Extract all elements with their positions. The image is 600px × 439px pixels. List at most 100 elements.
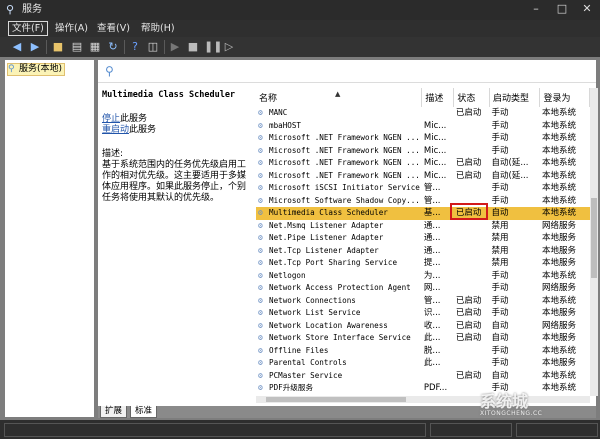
- service-name-cell: ⚙ Net.Pipe Listener Adapter: [256, 232, 422, 245]
- service-name-cell: ⚙ Network Location Awareness: [256, 320, 422, 333]
- menu-bar: 文件(F) 操作(A) 查看(V) 帮助(H): [0, 20, 600, 37]
- up-folder-icon[interactable]: ■: [51, 40, 65, 54]
- table-row[interactable]: ⚙ Microsoft .NET Framework NGEN ... Mic...…: [256, 145, 590, 158]
- service-name: Netlogon: [269, 270, 306, 280]
- refresh-icon[interactable]: ↻: [106, 40, 120, 54]
- restart-suffix: 此服务: [129, 125, 157, 135]
- service-startup-cell: 自动: [489, 207, 540, 220]
- scrollbar-thumb[interactable]: [591, 198, 597, 278]
- service-name: PCMaster Service: [269, 370, 343, 380]
- start-service-icon[interactable]: ▶: [168, 40, 182, 54]
- tree-item-services-local[interactable]: ⚲ 服务(本地): [7, 63, 66, 76]
- service-logon-cell: 本地系统: [541, 133, 576, 143]
- table-row[interactable]: ⚙ Microsoft iSCSI Initiator Service 管... 手动…: [256, 182, 590, 195]
- service-name-cell: ⚙ Netlogon: [256, 270, 422, 283]
- menu-view[interactable]: 查看(V): [94, 22, 133, 35]
- service-startup-cell: 手动: [491, 283, 509, 293]
- restart-service-link[interactable]: 重启动: [102, 125, 129, 135]
- table-row[interactable]: ⚙ Net.Pipe Listener Adapter 通... 禁用 本地服务: [256, 232, 590, 245]
- service-startup-cell: 手动: [491, 295, 509, 306]
- service-status-cell: [454, 220, 490, 233]
- back-arrow-icon[interactable]: ◀: [10, 40, 24, 54]
- export-list-icon[interactable]: ◫: [146, 40, 160, 54]
- table-row[interactable]: ⚙ Network Access Protection Agent 网... 手动 网络…: [256, 282, 590, 295]
- menu-help[interactable]: 帮助(H): [138, 22, 178, 35]
- service-gear-icon: ⚙: [258, 333, 263, 342]
- maximize-button[interactable]: □: [550, 1, 574, 17]
- service-startup-cell: 自动: [491, 333, 509, 343]
- service-logon-cell: 本地系统: [541, 295, 576, 306]
- service-name-cell: ⚙ Network Store Interface Service: [256, 332, 422, 345]
- table-row[interactable]: ⚙ MANC 已启动 手动 本地系统: [256, 107, 590, 120]
- service-logon-cell: 网络服务: [541, 220, 576, 231]
- vertical-scrollbar[interactable]: [590, 88, 598, 396]
- service-status-cell: [454, 120, 490, 133]
- column-header-description[interactable]: 描述: [421, 88, 455, 107]
- stop-service-link[interactable]: 停止: [102, 114, 120, 124]
- service-status-cell: [454, 257, 490, 270]
- service-startup-cell: 手动: [491, 308, 509, 318]
- service-name-cell: ⚙ Multimedia Class Scheduler: [256, 207, 422, 220]
- table-row[interactable]: ⚙ Net.Msmq Listener Adapter 通... 禁用 网络服务: [256, 220, 590, 233]
- service-logon-cell: 本地服务: [541, 233, 576, 243]
- menu-action[interactable]: 操作(A): [52, 22, 91, 35]
- status-bar: [0, 420, 600, 439]
- forward-arrow-icon[interactable]: ▶: [28, 40, 42, 54]
- service-status-cell: [454, 245, 490, 258]
- service-name: Net.Tcp Port Sharing Service: [269, 258, 398, 267]
- show-tree-icon[interactable]: ▤: [70, 40, 84, 54]
- minimize-button[interactable]: –: [524, 1, 548, 17]
- table-row[interactable]: ⚙ Microsoft Software Shadow Copy... 管... 手动…: [256, 195, 590, 208]
- table-row[interactable]: ⚙ Network Connections 管... 已启动 手动 本地系统: [256, 295, 590, 308]
- menu-file[interactable]: 文件(F): [8, 21, 48, 36]
- scrollbar-thumb[interactable]: [266, 397, 406, 402]
- properties-icon[interactable]: ▦: [88, 40, 102, 54]
- service-status-cell: 已启动: [455, 295, 482, 306]
- service-description-cell: 管...: [423, 295, 441, 306]
- service-logon-cell: 本地服务: [541, 358, 576, 368]
- service-description-cell: 为...: [423, 270, 441, 281]
- table-row[interactable]: ⚙ Network Store Interface Service 此... 已启动自…: [256, 332, 590, 345]
- service-gear-icon: ⚙: [258, 308, 263, 317]
- title-bar: ⚲ 服务 – □ ✕: [0, 0, 600, 20]
- stop-service-icon[interactable]: ■: [186, 40, 200, 54]
- service-name-cell: ⚙ Network Access Protection Agent: [256, 282, 422, 295]
- tab-standard[interactable]: 标准: [130, 406, 158, 418]
- sort-arrow-icon: ▲: [335, 90, 341, 98]
- watermark-subtext: XITONGCHENG.CC: [480, 410, 543, 417]
- restart-service-icon[interactable]: ▷: [222, 40, 236, 54]
- status-segment: [516, 423, 598, 437]
- service-gear-icon: ⚙: [258, 120, 263, 130]
- table-row[interactable]: ⚙ PCMaster Service 已启动 自动 本地系统: [256, 370, 590, 383]
- service-name: Network List Service: [269, 308, 361, 317]
- table-row[interactable]: ⚙ Microsoft .NET Framework NGEN ... Mic...…: [256, 157, 590, 170]
- service-startup-cell: 自动: [491, 370, 509, 381]
- table-row[interactable]: ⚙ Net.Tcp Listener Adapter 通... 禁用 本地服务: [256, 245, 590, 258]
- service-name-cell: ⚙ Net.Tcp Port Sharing Service: [256, 257, 422, 270]
- service-name-cell: ⚙ Microsoft iSCSI Initiator Service: [256, 182, 422, 195]
- table-row[interactable]: ⚙ Netlogon 为... 手动 本地系统: [256, 270, 590, 283]
- pause-service-icon[interactable]: ❚❚: [204, 40, 222, 54]
- table-row[interactable]: ⚙ Microsoft .NET Framework NGEN ... Mic...…: [256, 170, 590, 183]
- close-button[interactable]: ✕: [575, 1, 599, 17]
- table-row[interactable]: ⚙ Network List Service 识... 已启动 手动 本地服务: [256, 307, 590, 320]
- service-gear-icon: ⚙: [258, 170, 263, 180]
- table-row[interactable]: ⚙ Offline Files 脱... 手动 本地系统: [256, 345, 590, 358]
- table-row[interactable]: ⚙ Net.Tcp Port Sharing Service 提... 禁用 本地服务: [256, 257, 590, 270]
- table-row[interactable]: ⚙ Network Location Awareness 收... 已启动 自动 网络服务: [256, 320, 590, 333]
- service-description-cell: 管...: [423, 183, 441, 193]
- table-row[interactable]: ⚙ Microsoft .NET Framework NGEN ... Mic...…: [256, 132, 590, 145]
- help-icon[interactable]: ?: [128, 40, 142, 54]
- column-header-startup-type[interactable]: 启动类型: [489, 88, 541, 107]
- service-gear-icon: ⚙: [258, 358, 263, 367]
- column-header-status[interactable]: 状态: [453, 88, 491, 107]
- column-header-log-on-as[interactable]: 登录为: [539, 88, 590, 107]
- service-name: Offline Files: [269, 345, 329, 355]
- service-name: Multimedia Class Scheduler: [269, 208, 388, 217]
- service-gear-icon: ⚙: [258, 245, 263, 255]
- table-row[interactable]: ⚙ mbaHOST Mic... 手动 本地系统: [256, 120, 590, 133]
- table-row[interactable]: ⚙ Parental Controls 此... 手动 本地服务: [256, 357, 590, 370]
- service-name-cell: ⚙ MANC: [256, 107, 422, 120]
- tab-extended[interactable]: 扩展: [100, 406, 128, 418]
- table-row[interactable]: ⚙ Multimedia Class Scheduler 基... 已启动 自动 本地系统: [256, 207, 590, 220]
